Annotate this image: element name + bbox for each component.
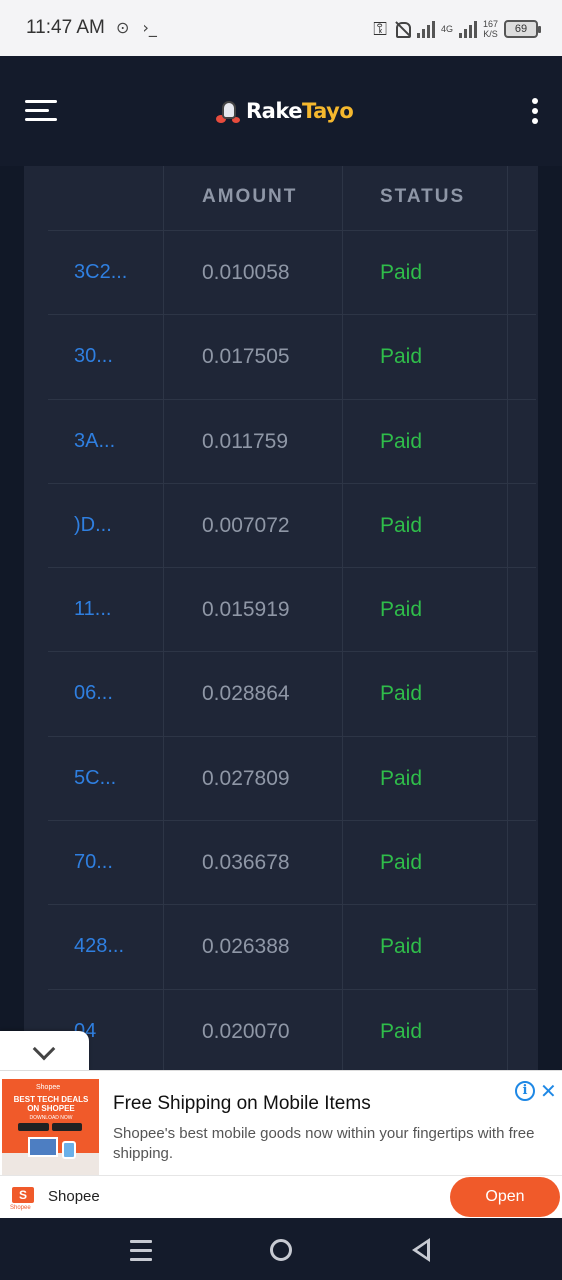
laptop-image <box>28 1137 58 1157</box>
ad-image-brand: Shopee <box>36 1084 61 1091</box>
raketayo-logo[interactable]: RakeTayo <box>214 94 354 128</box>
amount-cell: 0.036678 <box>202 851 290 875</box>
header-amount: AMOUNT <box>202 186 298 207</box>
shopee-logo-label: Shopee <box>10 1205 31 1211</box>
transaction-id-link[interactable]: 3C2... <box>74 261 127 284</box>
vpn-key-icon: ⚿ <box>373 18 387 40</box>
amount-cell: 0.028864 <box>202 682 290 706</box>
back-icon[interactable] <box>412 1238 430 1262</box>
status-cell: Paid <box>380 766 423 790</box>
ad-image[interactable]: Shopee BEST TECH DEALS ON SHOPEE DOWNLOA… <box>2 1079 99 1176</box>
table-header: AMOUNT STATUS <box>48 166 536 231</box>
speed-value: 167 <box>482 19 498 29</box>
terminal-icon: ›_ <box>142 18 157 37</box>
transaction-id-link[interactable]: 11... <box>74 598 111 621</box>
status-cell: Paid <box>380 345 423 369</box>
transaction-id-link[interactable]: )D... <box>74 514 112 537</box>
speed-unit: K/S <box>483 29 498 39</box>
payments-table-container[interactable]: AMOUNT STATUS 3C2... 0.010058 Paid 30... 0.0… <box>0 166 562 1070</box>
table-row: 5C... 0.027809 Paid <box>48 737 536 822</box>
signal-icon-2 <box>458 20 477 38</box>
recent-apps-icon[interactable] <box>130 1240 152 1261</box>
transaction-id-link[interactable]: 428... <box>74 935 124 958</box>
amount-cell: 0.020070 <box>202 1019 290 1043</box>
table-row: 04 0.020070 Paid <box>48 990 536 1070</box>
system-nav-bar <box>0 1218 562 1280</box>
ad-title[interactable]: Free Shipping on Mobile Items <box>113 1093 371 1115</box>
app-header: RakeTayo <box>0 56 562 166</box>
table-row: 3A... 0.011759 Paid <box>48 400 536 484</box>
status-cell: Paid <box>380 598 423 622</box>
amount-cell: 0.027809 <box>202 766 290 790</box>
status-right-icons: ⚿ 4G 167 K/S 69 <box>373 15 541 43</box>
transaction-id-link[interactable]: 70... <box>74 851 113 874</box>
store-badges <box>18 1123 82 1131</box>
open-button[interactable]: Open <box>450 1177 560 1217</box>
transaction-id-link[interactable]: 30... <box>74 345 113 368</box>
advertiser-name: Shopee <box>48 1188 100 1205</box>
shopee-bag-icon: S <box>12 1187 34 1203</box>
status-cell: Paid <box>380 851 423 875</box>
status-cell: Paid <box>380 261 423 284</box>
payments-table: AMOUNT STATUS 3C2... 0.010058 Paid 30... 0.0… <box>48 166 536 1070</box>
amount-cell: 0.017505 <box>202 345 290 369</box>
signal-icon <box>416 20 435 38</box>
header-status: STATUS <box>380 186 466 207</box>
rocket-icon <box>214 95 244 127</box>
ad-close-icon[interactable]: ✕ <box>540 1079 557 1103</box>
more-options-icon[interactable] <box>530 98 540 128</box>
network-type-label: 4G <box>440 23 453 34</box>
status-cell: Paid <box>380 935 423 959</box>
status-cell: Paid <box>380 1019 423 1043</box>
status-bar: 11:47 AM ⊙ ›_ ⚿ 4G 167 K/S 69 <box>0 0 562 56</box>
logo-text: RakeTayo <box>246 99 354 123</box>
sync-icon: ⊙ <box>116 18 130 37</box>
muted-bell-icon <box>393 20 411 38</box>
amount-cell: 0.010058 <box>202 261 290 284</box>
phone-image <box>62 1141 76 1159</box>
table-row: )D... 0.007072 Paid <box>48 484 536 569</box>
shopee-logo-icon: S Shopee <box>10 1183 34 1211</box>
table-row: 11... 0.015919 Paid <box>48 568 536 653</box>
ad-info-icon[interactable]: i <box>515 1081 535 1101</box>
chevron-down-icon <box>32 1037 56 1061</box>
table-body: 3C2... 0.010058 Paid 30... 0.017505 Paid 3A...… <box>48 231 536 1070</box>
table-row: 30... 0.017505 Paid <box>48 315 536 400</box>
ad-banner[interactable]: Shopee BEST TECH DEALS ON SHOPEE DOWNLOA… <box>0 1070 562 1218</box>
logo-text-part2: Tayo <box>302 99 354 123</box>
ad-image-subline: DOWNLOAD NOW <box>29 1115 73 1121</box>
amount-cell: 0.026388 <box>202 935 290 959</box>
table-row: 3C2... 0.010058 Paid <box>48 231 536 316</box>
transaction-id-link[interactable]: 06... <box>74 682 113 705</box>
status-cell: Paid <box>380 429 423 453</box>
amount-cell: 0.011759 <box>202 429 289 453</box>
status-cell: Paid <box>380 682 423 706</box>
transaction-id-link[interactable]: 3A... <box>74 430 115 453</box>
network-speed: 167 K/S <box>483 19 498 39</box>
table-row: 06... 0.028864 Paid <box>48 652 536 737</box>
logo-text-part1: Rake <box>246 99 303 123</box>
home-icon[interactable] <box>270 1239 292 1261</box>
table-row: 70... 0.036678 Paid <box>48 821 536 906</box>
ad-description: Shopee's best mobile goods now within yo… <box>113 1125 535 1162</box>
collapse-ad-tab[interactable] <box>0 1031 89 1073</box>
transaction-id-link[interactable]: 5C... <box>74 767 116 790</box>
table-panel: AMOUNT STATUS 3C2... 0.010058 Paid 30... 0.0… <box>24 166 538 1070</box>
amount-cell: 0.007072 <box>202 513 290 537</box>
ad-image-headline: BEST TECH DEALS ON SHOPEE <box>13 1095 89 1113</box>
battery-icon: 69 <box>504 20 541 38</box>
status-time: 11:47 AM <box>26 17 105 38</box>
status-cell: Paid <box>380 513 423 537</box>
amount-cell: 0.015919 <box>202 598 290 622</box>
status-left-icons: ⊙ ›_ <box>116 18 165 37</box>
table-row: 428... 0.026388 Paid <box>48 905 536 990</box>
menu-icon[interactable] <box>25 100 57 124</box>
